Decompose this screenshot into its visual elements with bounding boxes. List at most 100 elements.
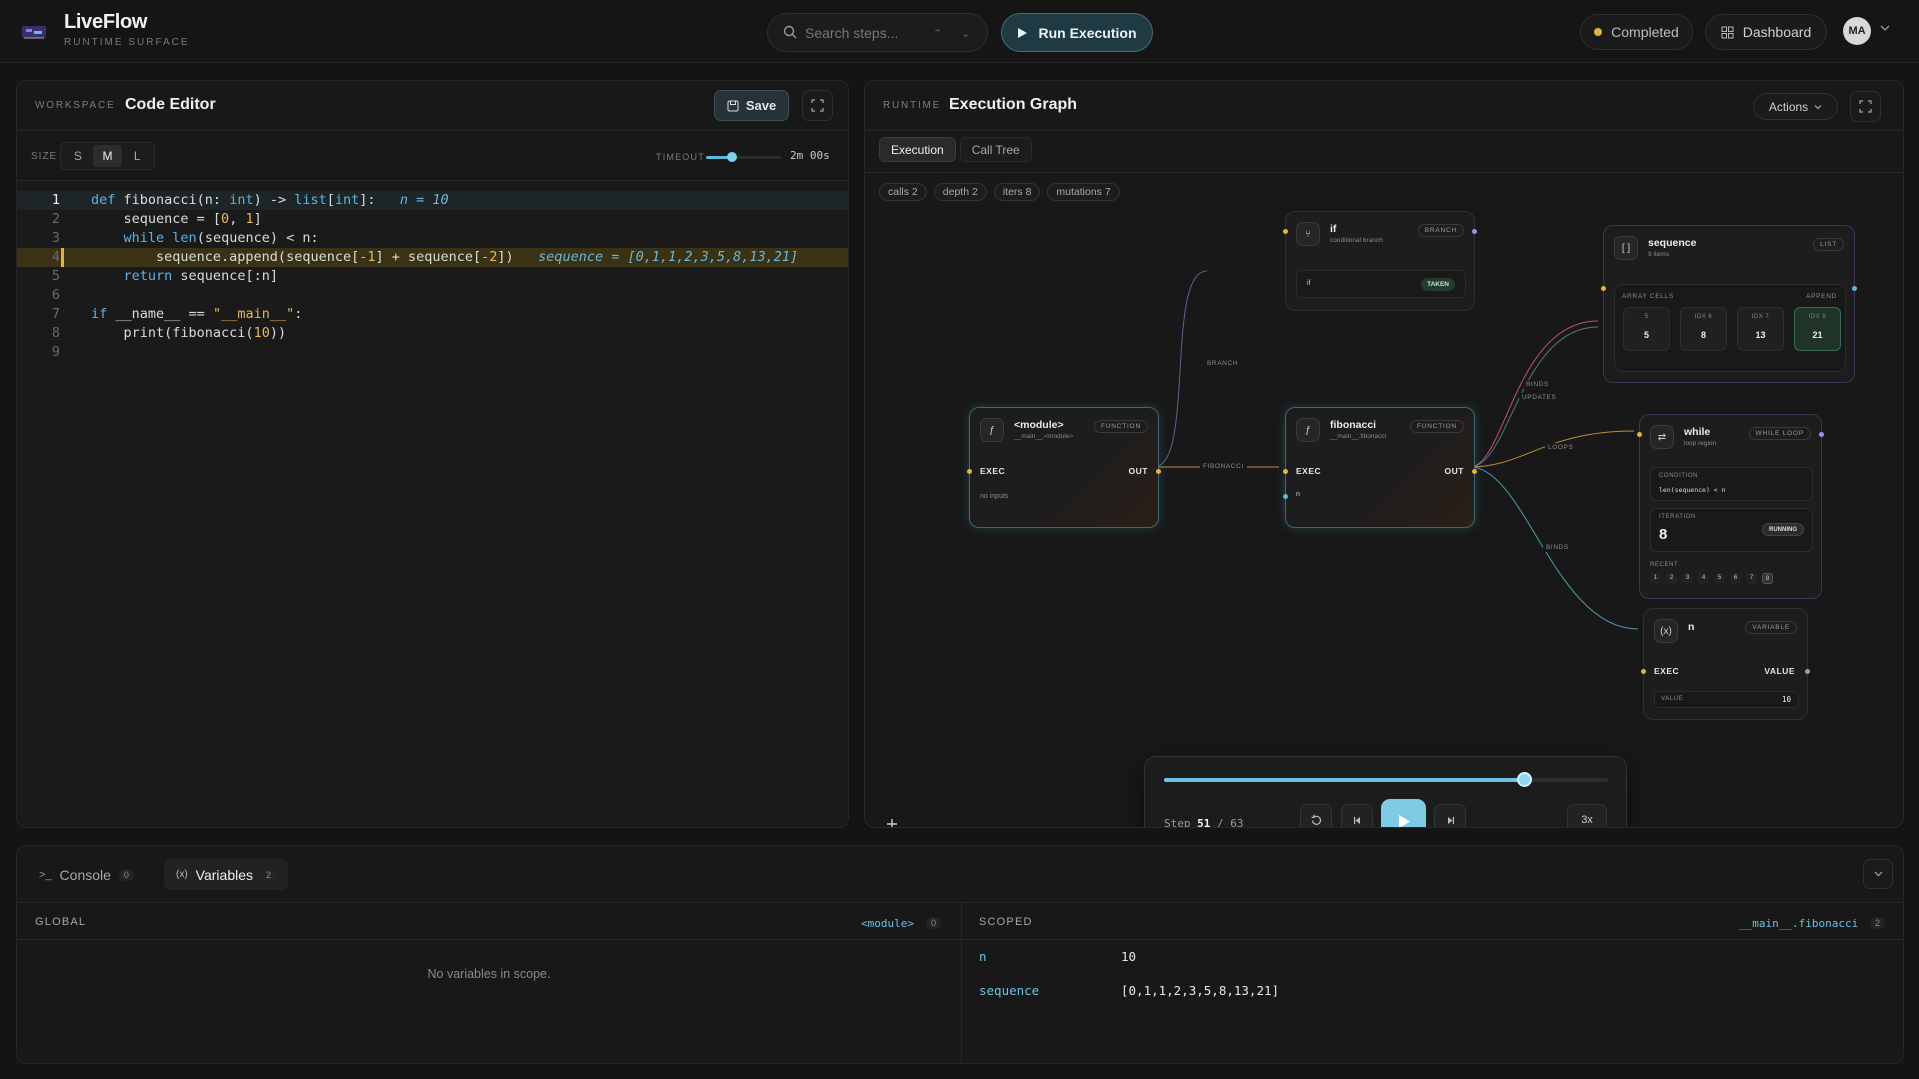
actions-button[interactable]: Actions (1753, 93, 1838, 120)
node-fibonacci[interactable]: ƒ fibonacci __main__.fibonacci FUNCTION … (1283, 407, 1477, 528)
edge-label-binds: BINDS (1523, 380, 1552, 389)
node-if-condition-box: if TAKEN (1296, 270, 1466, 298)
size-option-s[interactable]: S (63, 145, 93, 167)
while-running-badge: RUNNING (1762, 523, 1804, 536)
step-scrubber-handle[interactable] (1516, 772, 1532, 787)
graph-fullscreen-button[interactable] (1850, 91, 1881, 122)
size-label: SIZE (31, 151, 58, 162)
chevron-down-icon (1874, 871, 1882, 877)
code-line[interactable]: 7 if __name__ == "__main__": (17, 305, 848, 324)
node-fibonacci-out-port[interactable] (1472, 469, 1477, 474)
global-scope-name: <module> (861, 917, 914, 930)
code-text: def fibonacci(n: int) -> list[int]: n = … (91, 192, 449, 208)
code-line[interactable]: 4 sequence.append(sequence[-1] + sequenc… (17, 248, 848, 267)
run-execution-button[interactable]: Run Execution (1001, 13, 1153, 52)
node-n[interactable]: (x) n VARIABLE EXEC VALUE VALUE 10 (1641, 608, 1810, 720)
node-if-out-port[interactable] (1472, 229, 1477, 234)
node-module-tag: FUNCTION (1094, 420, 1148, 433)
node-module-subtitle: __main__.<module> (1014, 433, 1074, 440)
code-line[interactable]: 1 def fibonacci(n: int) -> list[int]: n =… (17, 191, 848, 210)
node-if-subtitle: conditional branch (1330, 237, 1383, 244)
reset-button[interactable] (1300, 804, 1332, 827)
edge-label-branch: BRANCH (1204, 359, 1242, 368)
code-line[interactable]: 6 (17, 286, 848, 305)
node-if-condition: if (1307, 280, 1311, 287)
tab-variables[interactable]: (x) Variables 2 (164, 859, 289, 890)
node-while-in-port[interactable] (1637, 432, 1642, 437)
edge-label-loops: LOOPS (1545, 443, 1577, 452)
zoom-controls (879, 813, 905, 827)
edge-label-fibonacci: FIBONACCI (1200, 462, 1247, 471)
step-scrubber-fill (1164, 778, 1524, 782)
node-n-exec-label: EXEC (1654, 666, 1680, 676)
collapse-bottom-panel-button[interactable] (1863, 859, 1893, 889)
plus-icon (887, 819, 897, 827)
size-option-m[interactable]: M (92, 145, 123, 167)
node-n-exec-port[interactable] (1641, 669, 1646, 674)
step-forward-button[interactable] (1434, 804, 1466, 827)
step-scrubber[interactable] (1164, 772, 1608, 787)
code-line[interactable]: 9 (17, 343, 848, 362)
array-cell: 55 (1623, 307, 1670, 351)
node-fibonacci-tag: FUNCTION (1410, 420, 1464, 433)
speed-button[interactable]: 3x (1567, 804, 1607, 827)
size-option-l[interactable]: L (122, 145, 152, 167)
code-line[interactable]: 2 sequence = [0, 1] (17, 210, 848, 229)
node-while[interactable]: ⇄ while loop region WHILE LOOP CONDITION… (1637, 414, 1824, 599)
node-sequence-in-port[interactable] (1601, 286, 1606, 291)
tab-call-tree[interactable]: Call Tree (959, 137, 1032, 162)
editor-title: Code Editor (125, 96, 216, 113)
while-recent-label: RECENT (1650, 562, 1679, 568)
code-line[interactable]: 8 print(fibonacci(10)) (17, 324, 848, 343)
graph-canvas[interactable]: BRANCH FIBONACCI BINDS UPDATES LOOPS BIN… (865, 165, 1903, 827)
size-selector[interactable]: S M L (60, 142, 155, 170)
array-cell: IDX 8 21 (1794, 307, 1841, 351)
save-label: Save (745, 98, 777, 113)
node-if[interactable]: ⑂ if conditional branch BRANCH if TAKEN (1283, 211, 1477, 311)
timeout-slider-handle[interactable] (727, 152, 738, 162)
recent-iteration: 2 (1666, 573, 1677, 584)
node-fibonacci-exec-port[interactable] (1283, 469, 1288, 474)
node-n-value-field-label: VALUE (1661, 696, 1684, 702)
tab-console[interactable]: >_ Console 0 (27, 859, 146, 890)
save-button[interactable]: Save (714, 90, 789, 121)
node-while-subtitle: loop region (1684, 440, 1717, 447)
tab-execution[interactable]: Execution (879, 137, 956, 162)
node-sequence-title: sequence (1648, 237, 1697, 249)
status-dot-icon (1594, 28, 1603, 36)
scope-divider (961, 903, 962, 1063)
chevron-down-icon[interactable] (1880, 24, 1890, 32)
zoom-in-button[interactable] (879, 813, 905, 827)
editor-fullscreen-button[interactable] (802, 90, 833, 121)
node-module-exec-port[interactable] (967, 469, 972, 474)
app-logo-icon (22, 26, 46, 39)
code-area[interactable]: 1 def fibonacci(n: int) -> list[int]: n =… (17, 181, 848, 826)
array-append-label: APPEND (1806, 293, 1837, 300)
node-sequence[interactable]: [ ] sequence 9 items LIST ARRAY CELLS AP… (1601, 225, 1857, 383)
node-if-badge: TAKEN (1421, 278, 1455, 291)
code-line[interactable]: 5 return sequence[:n] (17, 267, 848, 286)
node-module-out-port[interactable] (1156, 469, 1161, 474)
node-n-value-port[interactable] (1805, 669, 1810, 674)
avatar[interactable]: MA (1843, 17, 1871, 45)
node-module[interactable]: ƒ <module> __main__.<module> FUNCTION EX… (967, 407, 1161, 528)
node-fibonacci-param-port[interactable] (1283, 494, 1288, 499)
line-number: 4 (51, 249, 60, 265)
tab-variables-count: 2 (261, 868, 277, 881)
search-input[interactable] (805, 23, 925, 43)
array-cells-box: ARRAY CELLS APPEND 5 5 IDX 6 8 IDX 7 13 IDX 82… (1614, 284, 1846, 372)
play-button[interactable] (1381, 799, 1426, 827)
node-n-tag: VARIABLE (1745, 621, 1797, 634)
node-if-in-port[interactable] (1283, 229, 1288, 234)
step-back-button[interactable] (1341, 804, 1373, 827)
search-box[interactable]: ⌃ ⌄ (767, 13, 988, 52)
node-sequence-out-port[interactable] (1852, 286, 1857, 291)
play-icon (1398, 814, 1410, 827)
dashboard-button[interactable]: Dashboard (1705, 14, 1827, 50)
node-while-out-port[interactable] (1819, 432, 1824, 437)
recent-iteration: 8 (1762, 573, 1773, 584)
search-prev-icon[interactable]: ⌃ (933, 27, 942, 40)
code-line[interactable]: 3 while len(sequence) < n: (17, 229, 848, 248)
search-next-icon[interactable]: ⌄ (961, 27, 970, 40)
timeout-slider[interactable] (706, 152, 781, 162)
